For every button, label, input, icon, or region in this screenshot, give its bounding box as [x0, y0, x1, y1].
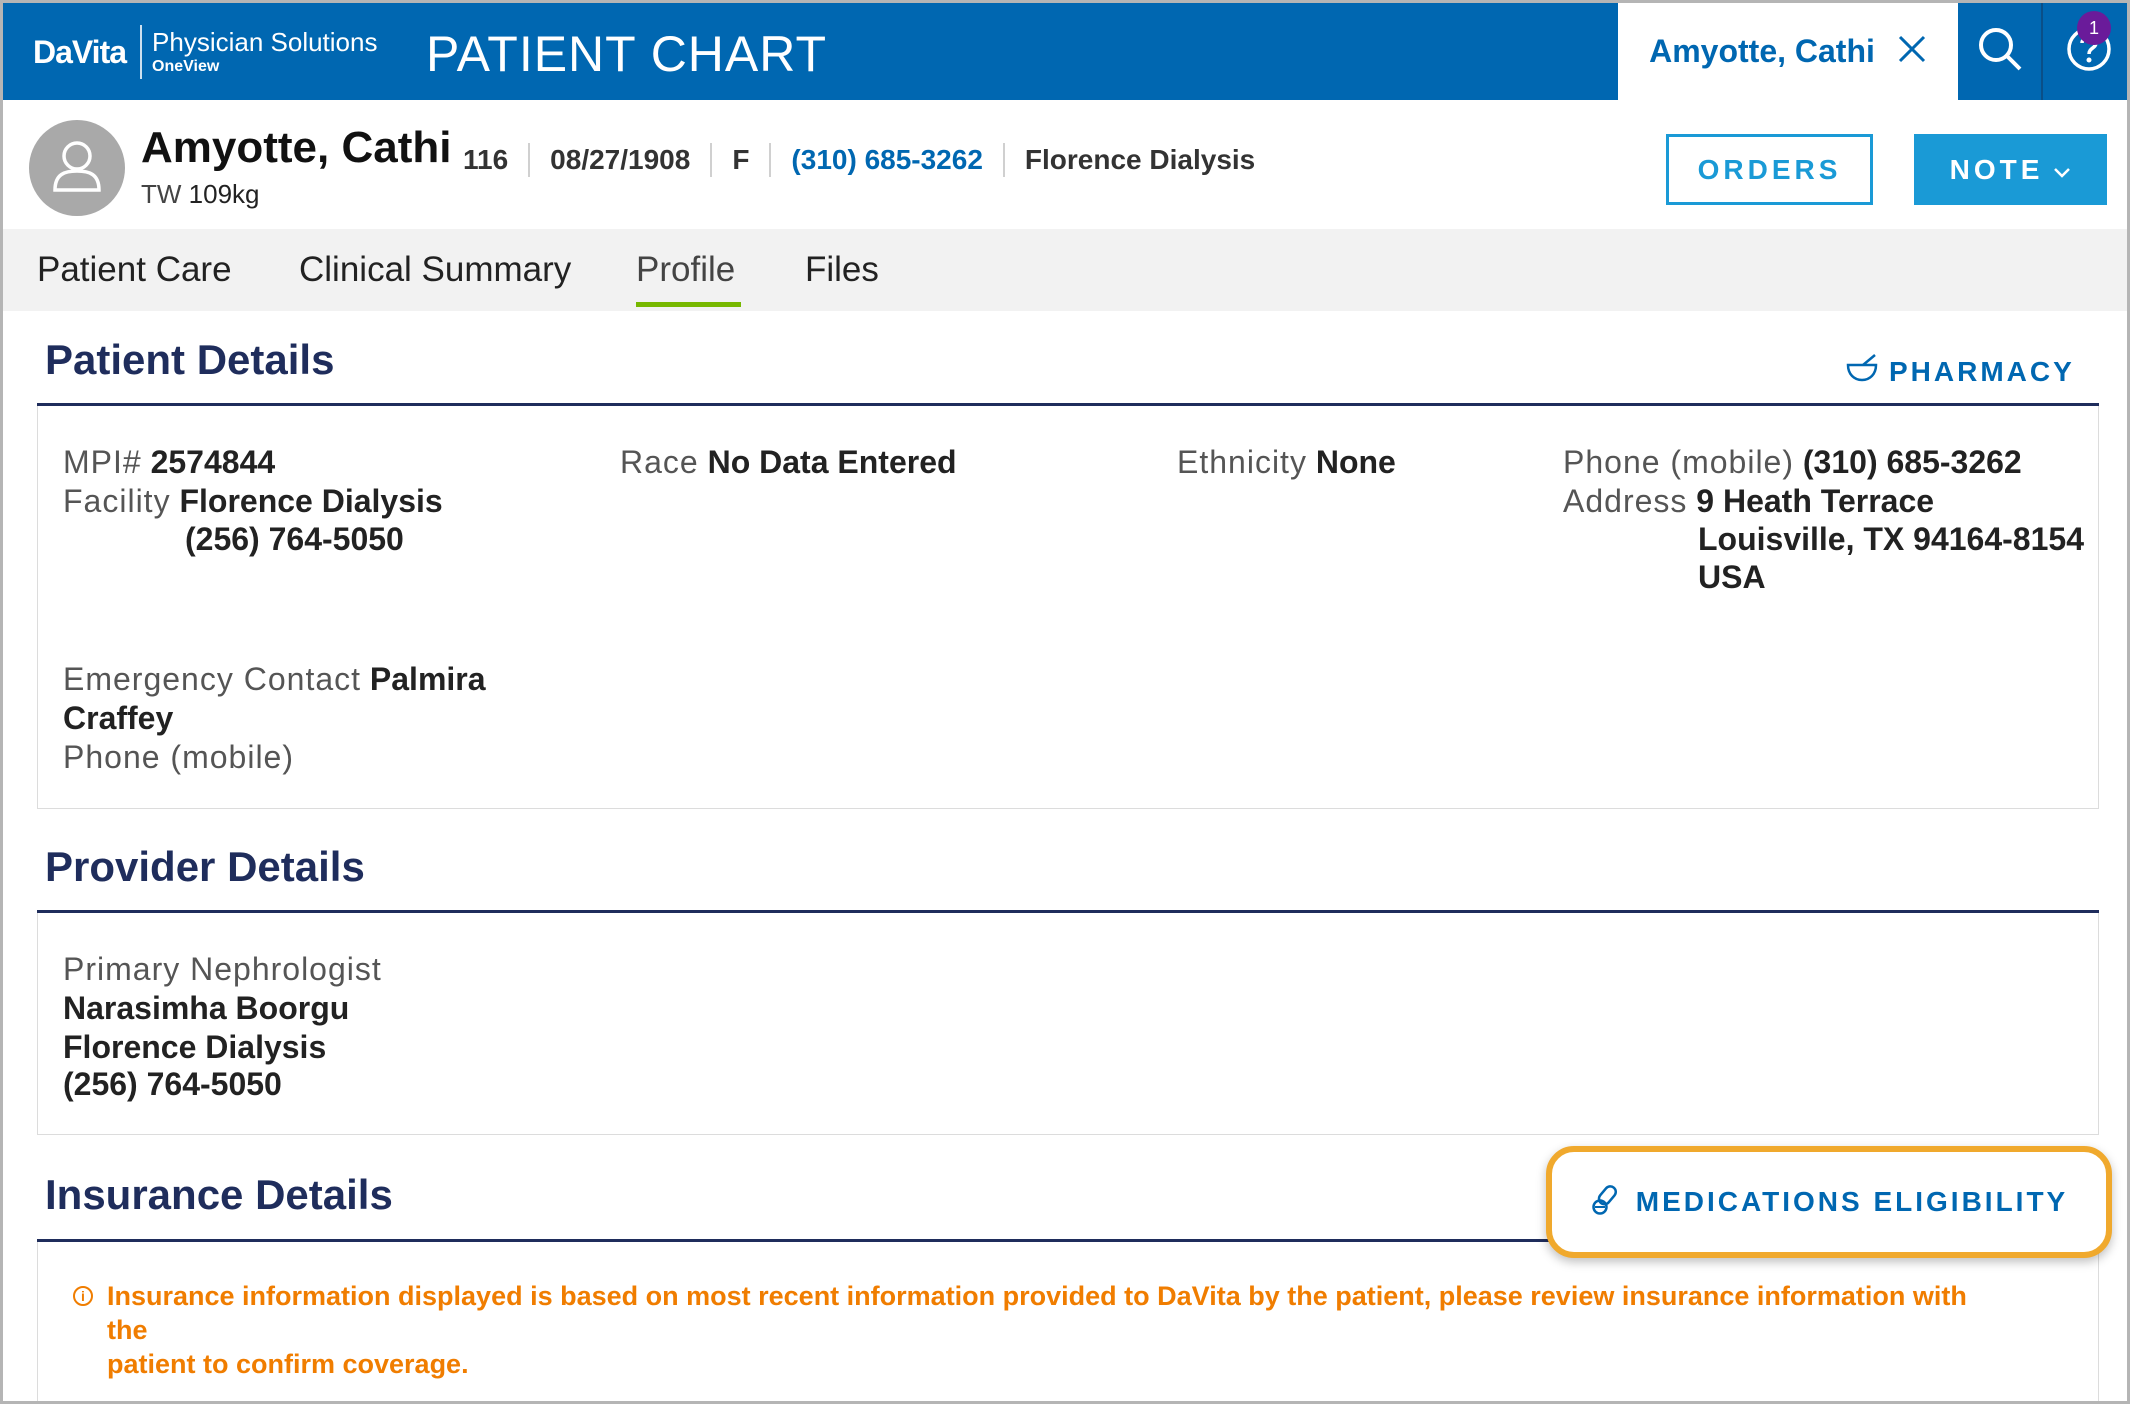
provider-phone-row: (256) 764-5050	[63, 1065, 282, 1103]
pharmacy-link[interactable]: PHARMACY	[1845, 353, 2075, 390]
provider-facility: Florence Dialysis	[63, 1029, 327, 1065]
patient-name: Amyotte, Cathi	[141, 123, 452, 172]
chart-tabs: Patient Care Clinical Summary Profile Fi…	[3, 229, 2127, 311]
patient-target-weight: TW 109kg	[141, 179, 260, 210]
provider-phone: (256) 764-5050	[63, 1066, 282, 1102]
tw-label: TW	[141, 179, 182, 209]
address-line-2: Louisville, TX 94164-8154	[1698, 521, 2084, 557]
patient-details-title: Patient Details	[45, 336, 335, 383]
emergency-contact-name-2: Craffey	[63, 700, 174, 736]
facility-phone-value: (256) 764-5050	[185, 521, 404, 557]
ethnicity-value: None	[1315, 444, 1396, 480]
tab-profile[interactable]: Profile	[636, 229, 735, 311]
note-button-label: NOTE	[1949, 153, 2044, 185]
phone-row: Phone (mobile) (310) 685-3262	[1563, 443, 2022, 481]
logo-subtitle-line1: Physician Solutions	[152, 27, 378, 57]
facility-phone: (256) 764-5050	[185, 520, 404, 558]
provider-facility-row: Florence Dialysis	[63, 1028, 326, 1066]
emergency-contact-name-1: Palmira	[369, 661, 486, 697]
patient-id: 116	[463, 144, 509, 175]
open-patient-tab[interactable]: Amyotte, Cathi	[1618, 3, 1958, 100]
logo-divider	[140, 25, 143, 79]
notification-badge: 1	[2077, 11, 2111, 45]
address-label: Address	[1563, 483, 1688, 519]
race-value: No Data Entered	[707, 444, 957, 480]
orders-button[interactable]: ORDERS	[1666, 134, 1873, 205]
emergency-contact-row-2: Craffey	[63, 699, 173, 737]
facility-value: Florence Dialysis	[179, 483, 443, 519]
insurance-notice-text: Insurance information displayed is based…	[107, 1279, 1973, 1381]
app-title: PATIENT CHART	[426, 26, 828, 82]
note-button[interactable]: NOTE	[1914, 134, 2107, 205]
insurance-details-title: Insurance Details	[45, 1171, 393, 1218]
mpi-value: 2574844	[150, 444, 276, 480]
pharmacy-label: PHARMACY	[1889, 355, 2075, 387]
tab-clinical-summary[interactable]: Clinical Summary	[299, 229, 571, 311]
address-line-2-row: Louisville, TX 94164-8154	[1698, 520, 2084, 558]
tw-value: 109kg	[188, 179, 260, 209]
close-icon[interactable]	[1897, 34, 1927, 70]
patient-meta: 116 08/27/1908 F (310) 685-3262 Florence…	[463, 143, 1275, 177]
race-row: Race No Data Entered	[620, 443, 957, 481]
patient-sex: F	[710, 143, 769, 177]
chevron-down-icon	[2053, 154, 2071, 186]
facility-label: Facility	[63, 483, 171, 519]
insurance-notice-line-1: Insurance information displayed is based…	[107, 1281, 1967, 1345]
mortar-pestle-icon	[1845, 353, 1879, 390]
avatar	[29, 120, 125, 216]
user-icon	[45, 134, 109, 203]
emergency-contact-row: Emergency Contact Palmira	[63, 660, 486, 698]
ethnicity-row: Ethnicity None	[1177, 443, 1396, 481]
emergency-contact-label: Emergency Contact	[63, 661, 362, 697]
insurance-notice-line-2: patient to confirm coverage.	[107, 1349, 469, 1379]
phone-label: Phone (mobile)	[1563, 444, 1794, 480]
search-icon	[1976, 25, 2024, 78]
tab-patient-care[interactable]: Patient Care	[37, 229, 232, 311]
provider-role-row: Primary Nephrologist	[63, 950, 382, 988]
provider-role-label: Primary Nephrologist	[63, 951, 382, 987]
provider-details-title: Provider Details	[45, 843, 365, 890]
emergency-phone-row: Phone (mobile)	[63, 738, 294, 776]
top-bar: DaVita Physician Solutions OneView PATIE…	[3, 3, 2127, 100]
tab-files[interactable]: Files	[805, 229, 879, 311]
davita-logo[interactable]: DaVita Physician Solutions OneView	[33, 17, 377, 87]
open-patient-tab-name[interactable]: Amyotte, Cathi	[1649, 33, 1875, 70]
phone-value: (310) 685-3262	[1802, 444, 2022, 480]
mpi-row: MPI# 2574844	[63, 443, 275, 481]
address-line-1: 9 Heath Terrace	[1696, 483, 1935, 519]
ethnicity-label: Ethnicity	[1177, 444, 1307, 480]
patient-phone-link[interactable]: (310) 685-3262	[769, 143, 1002, 177]
pills-icon	[1590, 1182, 1624, 1223]
address-line-3: USA	[1698, 559, 1766, 595]
info-circle-icon: i	[73, 1286, 93, 1306]
search-button[interactable]	[1958, 3, 2043, 100]
provider-name: Narasimha Boorgu	[63, 990, 350, 1026]
insurance-notice: i Insurance information displayed is bas…	[73, 1279, 1973, 1381]
patient-facility: Florence Dialysis	[1002, 143, 1275, 177]
address-line-3-row: USA	[1698, 558, 1766, 596]
medications-eligibility-label: MEDICATIONS ELIGIBILITY	[1635, 1186, 2069, 1217]
emergency-phone-label: Phone (mobile)	[63, 739, 294, 775]
address-row: Address 9 Heath Terrace	[1563, 482, 1934, 520]
medications-eligibility-button[interactable]: MEDICATIONS ELIGIBILITY	[1546, 1146, 2112, 1258]
active-tab-indicator	[636, 302, 741, 307]
facility-row: Facility Florence Dialysis	[63, 482, 443, 520]
logo-brand: DaVita	[33, 33, 127, 70]
mpi-label: MPI#	[63, 444, 142, 480]
logo-subtitle-line2: OneView	[152, 58, 220, 75]
provider-name-row: Narasimha Boorgu	[63, 989, 349, 1027]
patient-dob: 08/27/1908	[528, 143, 710, 177]
app-frame: DaVita Physician Solutions OneView PATIE…	[0, 0, 2130, 1404]
logo-subtitle: Physician Solutions OneView	[152, 29, 377, 75]
race-label: Race	[620, 444, 699, 480]
